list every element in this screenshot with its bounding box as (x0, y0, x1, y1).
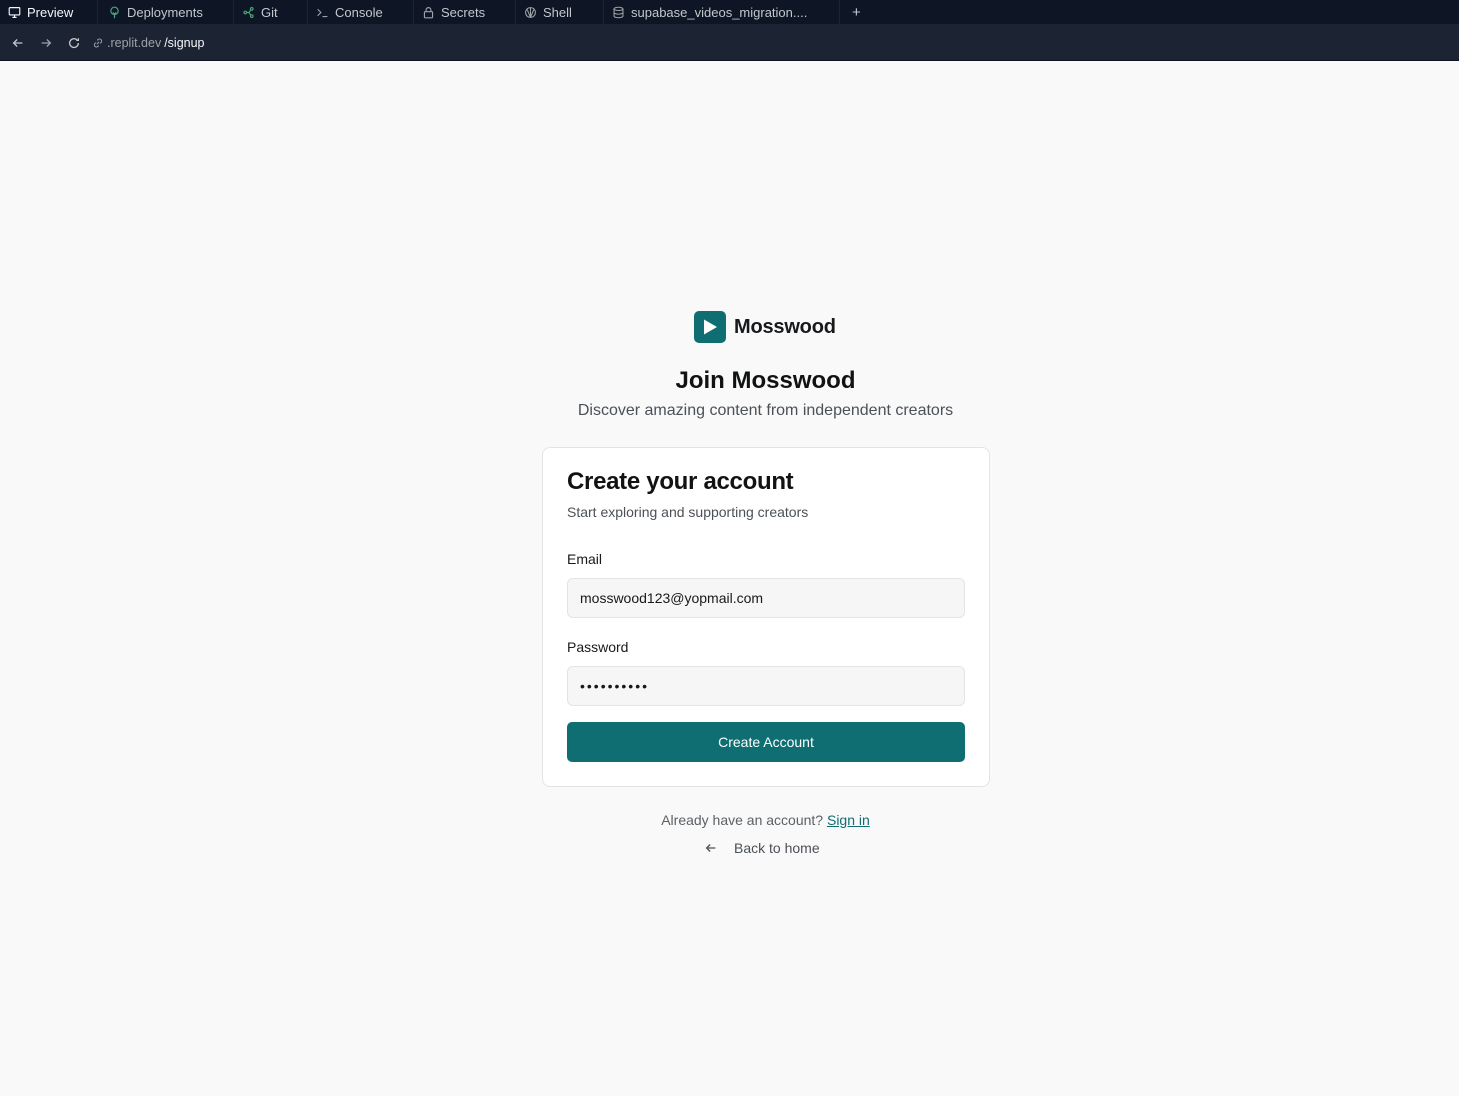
brand-name: Mosswood (734, 315, 836, 338)
create-account-button[interactable]: Create Account (567, 722, 965, 762)
database-icon (613, 6, 624, 18)
email-label: Email (567, 551, 603, 567)
signin-prompt: Already have an account? Sign in (0, 812, 1459, 828)
tab-preview[interactable]: Preview (0, 0, 98, 25)
preview-url-bar: .replit.dev/signup (0, 25, 1459, 61)
reload-button[interactable] (60, 29, 88, 57)
password-label: Password (567, 639, 629, 655)
page-subtitle: Discover amazing content from independen… (577, 402, 954, 419)
shell-icon (525, 6, 536, 18)
back-to-home-link[interactable]: Back to home (704, 840, 820, 856)
forward-nav-button[interactable] (32, 29, 60, 57)
arrow-left-icon (12, 38, 23, 47)
tab-database-file[interactable]: supabase_videos_migration.... (604, 0, 840, 25)
tab-secrets[interactable]: Secrets (414, 0, 516, 25)
add-tab-button[interactable]: + (840, 0, 873, 25)
password-field[interactable]: •••••••••• (567, 666, 965, 706)
terminal-icon (317, 8, 328, 17)
back-to-home-label: Back to home (734, 840, 820, 856)
back-nav-button[interactable] (4, 29, 32, 57)
tab-console[interactable]: Console (308, 0, 414, 25)
signin-link[interactable]: Sign in (827, 812, 870, 828)
tab-label: Preview (27, 4, 74, 20)
card-title: Create your account (567, 468, 794, 495)
email-field[interactable]: mosswood123@yopmail.com (567, 578, 965, 618)
page-title: Join Mosswood (675, 367, 856, 394)
tab-git[interactable]: Git (234, 0, 308, 25)
signup-card: Create your account Start exploring and … (542, 447, 990, 787)
tab-label: supabase_videos_migration.... (631, 4, 808, 20)
play-logo-icon (694, 311, 726, 343)
monitor-icon (8, 6, 21, 18)
arrow-left-icon (705, 844, 716, 852)
link-icon (93, 38, 103, 47)
brand[interactable]: Mosswood (694, 311, 836, 343)
url-path: /signup (164, 35, 205, 50)
signup-page: Mosswood Join Mosswood Discover amazing … (0, 61, 1459, 1096)
tab-label: Shell (543, 4, 572, 20)
git-icon (243, 6, 254, 18)
url-field[interactable]: .replit.dev/signup (92, 36, 205, 50)
url-domain: .replit.dev (107, 35, 162, 50)
tab-label: Secrets (441, 4, 486, 20)
deployments-icon (110, 6, 119, 18)
signin-prompt-text: Already have an account? (661, 812, 824, 828)
workspace-tab-bar: Preview Deployments Git Console Secrets … (0, 0, 1459, 25)
card-subtitle: Start exploring and supporting creators (567, 504, 809, 520)
tab-label: Console (335, 4, 383, 20)
tab-label: Deployments (127, 4, 203, 20)
tab-label: Git (261, 4, 278, 20)
tab-deployments[interactable]: Deployments (98, 0, 234, 25)
reload-icon (68, 37, 80, 48)
lock-icon (423, 6, 434, 18)
arrow-right-icon (41, 38, 52, 47)
tab-shell[interactable]: Shell (516, 0, 604, 25)
